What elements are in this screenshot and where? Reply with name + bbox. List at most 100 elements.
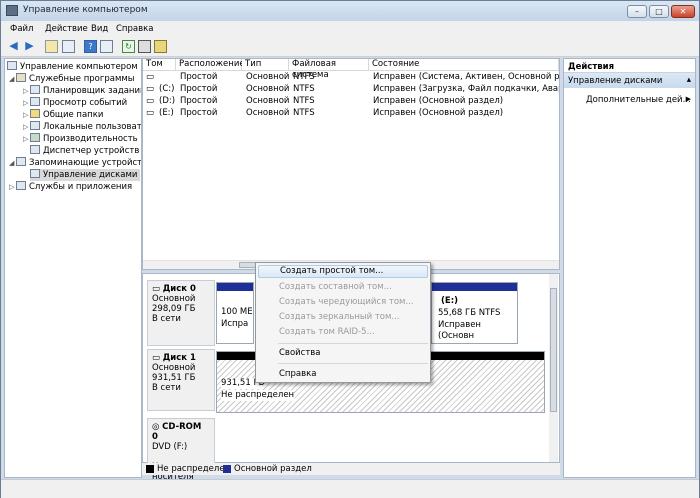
expand-arrow-icon[interactable]: ▷ xyxy=(23,135,30,143)
cdrom-label[interactable]: ◎ CD-ROM 0 DVD (F:) Нет носителя xyxy=(147,418,215,482)
back-arrow-icon[interactable]: ◀ xyxy=(7,40,20,53)
tree-item-event-viewer[interactable]: ▷ Просмотр событий xyxy=(23,97,127,109)
column-header-layout[interactable]: Расположение xyxy=(176,59,245,71)
tree-item-services[interactable]: ▷ Службы и приложения xyxy=(9,181,132,193)
tools-icon xyxy=(16,73,26,82)
expand-arrow-icon[interactable]: ▷ xyxy=(23,87,30,95)
legend-unallocated: Не распределен xyxy=(157,464,231,474)
column-header-status[interactable]: Состояние xyxy=(369,59,559,71)
forward-arrow-icon[interactable]: ▶ xyxy=(23,40,36,53)
partition-bar xyxy=(432,283,517,291)
volume-type: Основной xyxy=(246,96,290,106)
menu-help-item[interactable]: Справка xyxy=(258,368,428,381)
volume-layout: Простой xyxy=(180,84,218,94)
partition-state: Исправен (Основн xyxy=(438,320,481,341)
console-tree-pane: Управление компьютером (л ◢ Служебные про… xyxy=(4,58,142,478)
tree-item-device-manager[interactable]: Диспетчер устройств xyxy=(30,145,139,157)
menu-new-striped-volume[interactable]: Создать чередующийся том... xyxy=(258,296,428,309)
tree-item-system-tools[interactable]: ◢ Служебные программы xyxy=(9,73,135,85)
menu-properties[interactable]: Свойства xyxy=(258,347,428,360)
menu-new-spanned-volume[interactable]: Создать составной том... xyxy=(258,281,428,294)
menu-file[interactable]: Файл xyxy=(10,24,33,34)
volume-name: (E:) xyxy=(159,108,174,118)
storage-icon xyxy=(16,157,26,166)
users-icon xyxy=(30,121,40,130)
clock-icon xyxy=(30,85,40,94)
collapse-arrow-icon[interactable]: ◢ xyxy=(9,75,16,83)
expand-arrow-icon[interactable]: ▷ xyxy=(23,123,30,131)
volume-list-pane: Том Расположение Тип Файловая система Со… xyxy=(142,58,560,270)
volume-row[interactable]: ▭ Простой Основной NTFS Исправен (Систем… xyxy=(143,72,560,84)
partition-bar xyxy=(217,283,253,291)
up-folder-icon[interactable] xyxy=(45,40,58,53)
volume-status: Исправен (Система, Активен, Основной раз… xyxy=(373,72,560,82)
actions-title: Действия xyxy=(564,59,695,73)
menu-new-mirrored-volume[interactable]: Создать зеркальный том... xyxy=(258,311,428,324)
tree-item-disk-management[interactable]: Управление дисками xyxy=(30,169,141,181)
legend-swatch-primary xyxy=(223,465,231,473)
expand-arrow-icon[interactable]: ▷ xyxy=(23,99,30,107)
performance-icon xyxy=(30,133,40,142)
volume-status: Исправен (Загрузка, Файл подкачки, Авари… xyxy=(373,84,559,94)
legend-primary: Основной раздел xyxy=(234,464,312,474)
menu-action[interactable]: Действие xyxy=(45,24,88,34)
refresh-icon[interactable]: ↻ xyxy=(122,40,135,53)
tree-item-task-scheduler[interactable]: ▷ Планировщик заданий xyxy=(23,85,141,97)
volume-layout: Простой xyxy=(180,108,218,118)
volume-row[interactable]: ▭ (D:) Простой Основной NTFS Исправен (О… xyxy=(143,96,559,108)
expand-arrow-icon[interactable]: ▷ xyxy=(9,183,16,191)
console-tree-icon[interactable] xyxy=(62,40,75,53)
computer-icon xyxy=(7,61,17,70)
column-header-type[interactable]: Тип xyxy=(242,59,289,71)
disk0-label[interactable]: ▭ Диск 0 Основной 298,09 ГБ В сети xyxy=(147,280,215,346)
menu-view[interactable]: Вид xyxy=(91,24,108,34)
volume-icon: ▭ xyxy=(146,72,155,82)
minimize-button[interactable]: – xyxy=(627,5,647,18)
menu-new-simple-volume[interactable]: Создать простой том... xyxy=(258,265,428,278)
volume-fs: NTFS xyxy=(293,72,315,82)
close-button[interactable]: ✕ xyxy=(671,5,695,18)
partition-e[interactable]: (E:) 55,68 ГБ NTFS Исправен (Основн xyxy=(431,282,518,344)
disk-size: 931,51 ГБ xyxy=(152,373,196,383)
column-header-filesystem[interactable]: Файловая система xyxy=(289,59,369,80)
folder-icon xyxy=(30,109,40,118)
disk-size: 298,09 ГБ xyxy=(152,304,196,314)
tree-item-performance[interactable]: ▷ Производительность xyxy=(23,133,138,145)
partition-state: Испра xyxy=(221,319,249,329)
volume-name: (D:) xyxy=(159,96,176,106)
tree-item-shared-folders[interactable]: ▷ Общие папки xyxy=(23,109,103,121)
tree-item-local-users[interactable]: ▷ Локальные пользовате xyxy=(23,121,141,133)
disk-kind: Основной xyxy=(152,294,196,304)
legend-swatch-unallocated xyxy=(146,465,154,473)
disk-map-vertical-scrollbar[interactable] xyxy=(549,274,558,462)
disk-icon xyxy=(30,169,40,178)
volume-fs: NTFS xyxy=(293,108,315,118)
volume-row[interactable]: ▭ (C:) Простой Основной NTFS Исправен (З… xyxy=(143,84,559,96)
expand-arrow-icon[interactable]: ▷ xyxy=(23,111,30,119)
tree-item-root[interactable]: Управление компьютером (л xyxy=(7,61,141,73)
action-pane-icon[interactable] xyxy=(100,40,113,53)
properties-icon[interactable] xyxy=(138,40,151,53)
partition-name: (E:) xyxy=(441,296,458,306)
actions-section[interactable]: Управление дисками ▴ xyxy=(564,73,695,88)
collapse-icon[interactable]: ▴ xyxy=(687,75,691,85)
settings-icon[interactable] xyxy=(154,40,167,53)
title-bar: Управление компьютером – □ ✕ xyxy=(1,1,699,21)
column-header-volume[interactable]: Том xyxy=(143,59,176,71)
app-window: Управление компьютером – □ ✕ Файл Действ… xyxy=(0,0,700,498)
collapse-arrow-icon[interactable]: ◢ xyxy=(9,159,16,167)
help-icon[interactable]: ? xyxy=(84,40,97,53)
disk-icon: ▭ xyxy=(152,284,163,294)
submenu-arrow-icon: ▶ xyxy=(685,95,691,103)
maximize-button[interactable]: □ xyxy=(649,5,669,18)
volume-row[interactable]: ▭ (E:) Простой Основной NTFS Исправен (О… xyxy=(143,108,559,120)
scrollbar-thumb[interactable] xyxy=(550,288,557,412)
volume-icon: ▭ xyxy=(146,96,155,106)
more-actions-link[interactable]: Дополнительные дей... xyxy=(586,95,691,105)
partition-system-reserved[interactable]: 100 МЕ Испра xyxy=(216,282,254,344)
disk1-label[interactable]: ▭ Диск 1 Основной 931,51 ГБ В сети xyxy=(147,349,215,411)
tree-item-storage[interactable]: ◢ Запоминающие устройст xyxy=(9,157,141,169)
menu-help[interactable]: Справка xyxy=(116,24,153,34)
menu-new-raid5-volume[interactable]: Создать том RAID-5... xyxy=(258,326,428,339)
event-log-icon xyxy=(30,97,40,106)
